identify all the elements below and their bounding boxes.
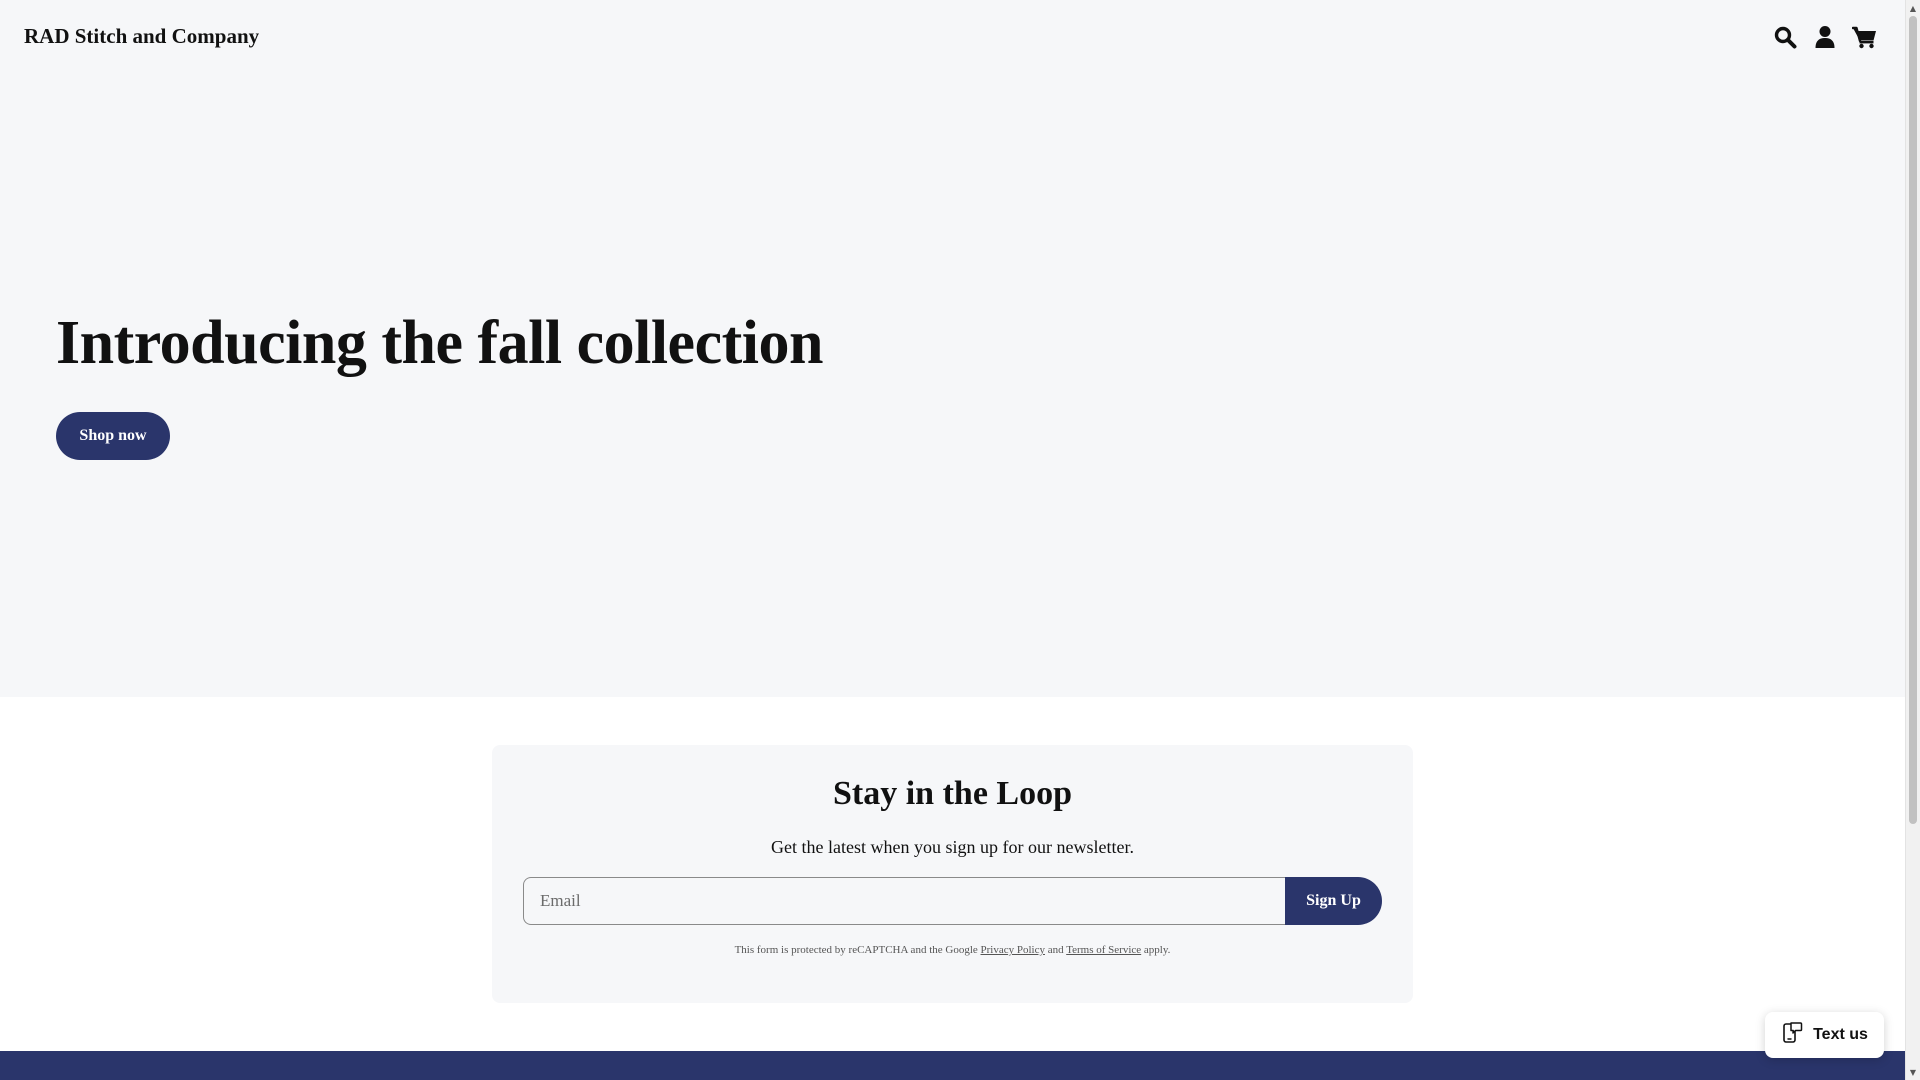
footer-band <box>0 1051 1905 1080</box>
hero-title: Introducing the fall collection <box>56 309 823 377</box>
brand-logo-link[interactable]: RAD Stitch and Company <box>24 24 259 49</box>
scroll-down-icon[interactable]: ▼ <box>1906 1065 1920 1079</box>
legal-suffix: apply. <box>1143 944 1171 956</box>
message-phone-icon <box>1781 1021 1803 1050</box>
newsletter-title: Stay in the Loop <box>833 775 1072 812</box>
hero-section: Introducing the fall collection Shop now <box>0 0 1905 697</box>
newsletter-section: Stay in the Loop Get the latest when you… <box>492 745 1413 1003</box>
newsletter-subtitle: Get the latest when you sign up for our … <box>771 837 1134 857</box>
page-scrollbar[interactable]: ▲ ▼ <box>1905 0 1920 1080</box>
shop-now-button[interactable]: Shop now <box>56 412 170 460</box>
cart-icon[interactable] <box>1851 22 1879 52</box>
sign-up-button[interactable]: Sign Up <box>1285 877 1382 925</box>
page: Introducing the fall collection Shop now… <box>0 0 1920 1080</box>
legal-prefix: This form is protected by reCAPTCHA and … <box>734 944 978 956</box>
recaptcha-notice: This form is protected by reCAPTCHA and … <box>492 944 1413 956</box>
header-icons <box>1771 22 1879 52</box>
text-us-label: Text us <box>1813 1026 1868 1043</box>
email-input[interactable] <box>523 877 1287 925</box>
account-icon[interactable] <box>1811 22 1839 52</box>
text-us-button[interactable]: Text us <box>1765 1012 1884 1058</box>
scrollbar-thumb[interactable] <box>1909 16 1917 824</box>
scroll-up-icon[interactable]: ▲ <box>1906 1 1920 15</box>
privacy-policy-link[interactable]: Privacy Policy <box>981 944 1045 956</box>
search-icon[interactable] <box>1771 22 1799 52</box>
legal-and: and <box>1047 944 1064 956</box>
terms-of-service-link[interactable]: Terms of Service <box>1066 944 1141 956</box>
site-header: RAD Stitch and Company <box>0 0 1905 78</box>
